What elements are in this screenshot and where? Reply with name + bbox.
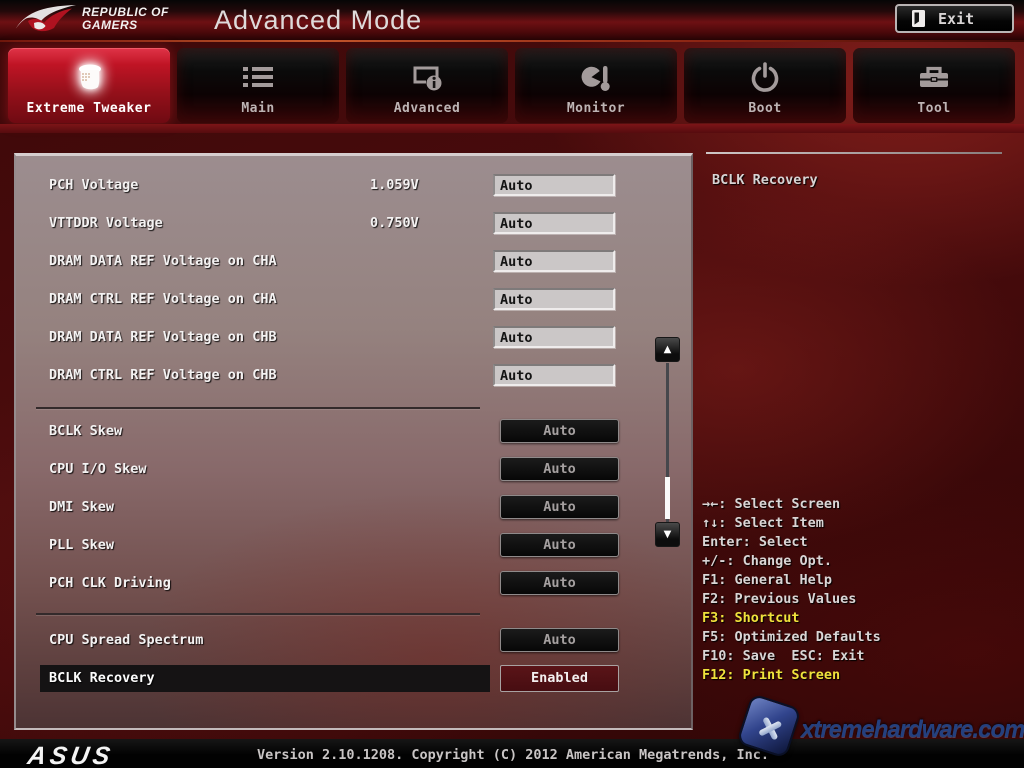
power-icon xyxy=(684,61,846,95)
rog-eye-logo-icon xyxy=(14,2,78,38)
tab-underline-strip xyxy=(0,124,1024,133)
row-dmi-skew[interactable]: DMI Skew Auto xyxy=(16,488,691,526)
setting-label: BCLK Skew xyxy=(49,423,122,439)
tab-tool[interactable]: Tool xyxy=(853,48,1015,123)
setting-value-button[interactable]: Auto xyxy=(500,571,619,595)
setting-value-button[interactable]: Auto xyxy=(500,457,619,481)
setting-value-input[interactable]: Auto xyxy=(493,250,615,272)
hotkey-line: F5: Optimized Defaults xyxy=(702,628,1012,647)
hotkey-line: →←: Select Screen xyxy=(702,495,1012,514)
rog-brand-line2: GAMERS xyxy=(82,19,169,32)
tab-boot[interactable]: Boot xyxy=(684,48,846,123)
hotkey-line: F2: Previous Values xyxy=(702,590,1012,609)
rog-brand-text: REPUBLIC OF GAMERS xyxy=(82,6,169,32)
settings-panel: PCH Voltage 1.059V Auto VTTDDR Voltage 0… xyxy=(14,153,693,730)
row-dram-data-ref-chb[interactable]: DRAM DATA REF Voltage on CHB Auto xyxy=(16,318,691,356)
setting-value-button[interactable]: Auto xyxy=(500,495,619,519)
setting-value-button[interactable]: Auto xyxy=(500,533,619,557)
row-pch-voltage[interactable]: PCH Voltage 1.059V Auto xyxy=(16,166,691,204)
setting-value-button[interactable]: Auto xyxy=(500,419,619,443)
setting-label: DRAM DATA REF Voltage on CHB xyxy=(49,329,277,345)
setting-value-input[interactable]: Auto xyxy=(493,364,615,386)
header-divider xyxy=(0,40,1024,42)
gauge-thermometer-icon xyxy=(515,61,677,95)
setting-label: CPU Spread Spectrum xyxy=(49,632,203,648)
setting-label: DRAM CTRL REF Voltage on CHB xyxy=(49,367,277,383)
hotkey-line: F10: Save ESC: Exit xyxy=(702,647,1012,666)
row-dram-data-ref-cha[interactable]: DRAM DATA REF Voltage on CHA Auto xyxy=(16,242,691,280)
help-panel-divider xyxy=(706,152,1002,154)
asus-logo: ASUS xyxy=(25,742,116,768)
exit-door-icon xyxy=(911,9,926,28)
tab-label: Advanced xyxy=(346,101,508,116)
watermark-text: xtremehardware.com xyxy=(801,716,1024,744)
hotkey-line: Enter: Select xyxy=(702,533,1012,552)
tab-label: Tool xyxy=(853,101,1015,116)
info-screen-icon xyxy=(346,61,508,95)
toolbox-icon xyxy=(853,61,1015,95)
tab-label: Monitor xyxy=(515,101,677,116)
tab-main[interactable]: Main xyxy=(177,48,339,123)
hotkey-line: +/-: Change Opt. xyxy=(702,552,1012,571)
x-badge-icon xyxy=(736,693,802,759)
setting-label: PLL Skew xyxy=(49,537,114,553)
setting-label: BCLK Recovery xyxy=(49,670,155,686)
tab-label: Main xyxy=(177,101,339,116)
setting-label: PCH Voltage xyxy=(49,177,138,193)
setting-value-button[interactable]: Auto xyxy=(500,628,619,652)
tweaker-knob-icon xyxy=(8,61,170,95)
tab-label: Boot xyxy=(684,101,846,116)
scroll-thumb[interactable] xyxy=(665,477,670,519)
row-dram-ctrl-ref-cha[interactable]: DRAM CTRL REF Voltage on CHA Auto xyxy=(16,280,691,318)
setting-value-input[interactable]: Auto xyxy=(493,326,615,348)
hotkey-line: ↑↓: Select Item xyxy=(702,514,1012,533)
setting-reading: 1.059V xyxy=(370,177,419,193)
setting-label: CPU I/O Skew xyxy=(49,461,147,477)
setting-label: VTTDDR Voltage xyxy=(49,215,163,231)
watermark: xtremehardware.com xyxy=(735,698,1015,764)
scroll-up-button[interactable]: ▲ xyxy=(655,337,680,362)
tab-label: Extreme Tweaker xyxy=(8,101,170,116)
top-bar: REPUBLIC OF GAMERS Advanced Mode Exit xyxy=(0,0,1024,40)
bios-screen: REPUBLIC OF GAMERS Advanced Mode Exit xyxy=(0,0,1024,768)
setting-value-input[interactable]: Auto xyxy=(493,212,615,234)
tab-advanced[interactable]: Advanced xyxy=(346,48,508,123)
hotkey-line: F1: General Help xyxy=(702,571,1012,590)
hotkey-legend: →←: Select Screen ↑↓: Select Item Enter:… xyxy=(702,495,1012,685)
page-title: Advanced Mode xyxy=(214,5,422,36)
group-divider xyxy=(36,407,480,409)
scroll-down-button[interactable]: ▼ xyxy=(655,522,680,547)
row-cpu-io-skew[interactable]: CPU I/O Skew Auto xyxy=(16,450,691,488)
row-bclk-skew[interactable]: BCLK Skew Auto xyxy=(16,412,691,450)
setting-reading: 0.750V xyxy=(370,215,419,231)
row-vttddr-voltage[interactable]: VTTDDR Voltage 0.750V Auto xyxy=(16,204,691,242)
row-cpu-spread-spectrum[interactable]: CPU Spread Spectrum Auto xyxy=(16,621,691,659)
exit-label: Exit xyxy=(938,10,974,28)
tab-monitor[interactable]: Monitor xyxy=(515,48,677,123)
setting-value-button[interactable]: Enabled xyxy=(500,665,619,692)
hotkey-line-shortcut: F3: Shortcut xyxy=(702,609,1012,628)
version-text: Version 2.10.1208. Copyright (C) 2012 Am… xyxy=(257,747,769,763)
row-pch-clk-driving[interactable]: PCH CLK Driving Auto xyxy=(16,564,691,602)
row-bclk-recovery[interactable]: BCLK Recovery Enabled xyxy=(16,659,691,697)
setting-label: DRAM CTRL REF Voltage on CHA xyxy=(49,291,277,307)
help-title: BCLK Recovery xyxy=(712,172,818,188)
setting-value-input[interactable]: Auto xyxy=(493,288,615,310)
setting-label: DMI Skew xyxy=(49,499,114,515)
row-pll-skew[interactable]: PLL Skew Auto xyxy=(16,526,691,564)
tab-extreme-tweaker[interactable]: Extreme Tweaker xyxy=(8,48,170,123)
setting-label: PCH CLK Driving xyxy=(49,575,171,591)
row-dram-ctrl-ref-chb[interactable]: DRAM CTRL REF Voltage on CHB Auto xyxy=(16,356,691,394)
setting-label: DRAM DATA REF Voltage on CHA xyxy=(49,253,277,269)
group-divider xyxy=(36,613,480,615)
hotkey-line-print-screen: F12: Print Screen xyxy=(702,666,1012,685)
exit-button[interactable]: Exit xyxy=(895,4,1014,33)
setting-value-input[interactable]: Auto xyxy=(493,174,615,196)
list-icon xyxy=(177,61,339,95)
